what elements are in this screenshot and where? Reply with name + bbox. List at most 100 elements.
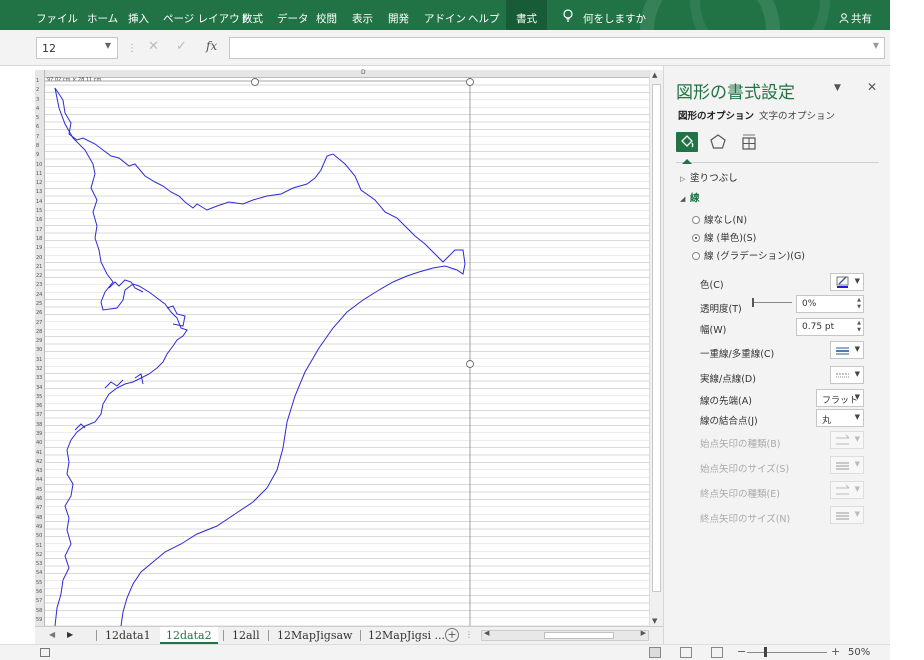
width-input[interactable]: 0.75 pt ▲ ▼ [796,318,864,336]
pane-options-chevron-icon[interactable]: ▼ [834,83,841,93]
join-type-select[interactable]: 丸 ▼ [816,409,864,427]
row-number[interactable]: 19 [35,245,44,252]
chevron-down-icon[interactable]: ▼ [855,485,860,493]
tab-shape-options[interactable]: 図形のオプション [678,108,754,122]
zoom-out-button[interactable]: − [737,645,746,658]
row-number[interactable]: 45 [35,487,44,494]
radio-gradient-line[interactable]: 線 (グラデーション)(G) [692,248,805,262]
chevron-down-icon[interactable]: ▼ [855,345,860,353]
insert-function-button[interactable]: fx [206,39,217,53]
row-number[interactable]: 24 [35,292,44,299]
name-box[interactable]: 12 ▼ [36,37,118,59]
fill-line-icon[interactable] [676,132,698,152]
chevron-down-icon[interactable]: ▼ [855,460,860,468]
row-number[interactable]: 32 [35,366,44,373]
row-number[interactable]: 30 [35,347,44,354]
row-number[interactable]: 35 [35,394,44,401]
scroll-right-icon[interactable]: ▶ [641,629,646,637]
tab-review[interactable]: 校閲 [316,11,337,26]
row-number[interactable]: 28 [35,329,44,336]
radio-no-line[interactable]: 線なし(N) [692,212,747,226]
spin-arrows-icon[interactable]: ▲ ▼ [857,320,861,334]
row-number[interactable]: 6 [35,124,44,131]
zoom-in-button[interactable]: + [831,645,840,658]
resize-handle[interactable] [251,78,259,86]
normal-view-button[interactable] [649,647,661,658]
row-number[interactable]: 33 [35,375,44,382]
row-number[interactable]: 46 [35,496,44,503]
chevron-down-icon[interactable]: ▼ [855,510,860,518]
row-number[interactable]: 37 [35,412,44,419]
transparency-input[interactable]: 0% ▲ ▼ [796,295,864,313]
row-number[interactable]: 27 [35,320,44,327]
chevron-down-icon[interactable]: ▼ [105,41,111,50]
expand-formula-icon[interactable]: ▼ [873,41,879,50]
horizontal-scrollbar[interactable]: ◀ ▶ [481,629,649,641]
hscroll-thumb[interactable] [544,632,614,639]
tab-text-options[interactable]: 文字のオプション [759,108,835,122]
row-number[interactable]: 16 [35,217,44,224]
row-number[interactable]: 58 [35,608,44,615]
row-number[interactable]: 48 [35,515,44,522]
column-header-d[interactable]: D [361,69,366,76]
section-fill[interactable]: ▷ 塗りつぶし [680,170,738,184]
tell-me-search[interactable]: 何をしますか [583,11,646,26]
row-number[interactable]: 51 [35,543,44,550]
row-number[interactable]: 21 [35,264,44,271]
page-break-view-button[interactable] [711,647,723,658]
row-number[interactable]: 55 [35,580,44,587]
row-number[interactable]: 5 [35,115,44,122]
sheet-tab-active[interactable]: 12data2 [160,627,218,644]
row-number[interactable]: 43 [35,468,44,475]
row-number[interactable]: 22 [35,273,44,280]
row-number[interactable]: 29 [35,338,44,345]
radio-circle[interactable] [692,216,700,224]
formula-input[interactable]: ▼ [229,37,885,59]
row-number[interactable]: 34 [35,385,44,392]
color-picker-button[interactable]: ▼ [830,273,864,291]
row-number[interactable]: 42 [35,459,44,466]
close-icon[interactable]: ✕ [867,80,877,94]
scroll-up-icon[interactable]: ▲ [652,71,657,79]
resize-handle[interactable] [466,78,474,86]
zoom-level[interactable]: 50% [848,647,870,658]
row-number[interactable]: 56 [35,589,44,596]
column-header[interactable]: D [45,69,649,78]
row-number[interactable]: 2 [35,87,44,94]
chevron-down-icon[interactable]: ▼ [855,393,860,401]
row-number[interactable]: 59 [35,617,44,624]
row-number[interactable]: 1 [35,78,44,85]
sheet-tab[interactable]: 12MapJigsi ... [368,627,445,644]
compound-type-button[interactable]: ▼ [830,341,864,359]
row-number[interactable]: 20 [35,255,44,262]
row-header[interactable]: 1 2 3 4 5 6 7 8 9 10 11 12 13 14 15 16 17 18 19 20 21 22 23 24 2… [35,70,45,626]
enter-check-icon[interactable]: ✓ [176,39,187,54]
row-number[interactable]: 7 [35,134,44,141]
row-number[interactable]: 9 [35,152,44,159]
end-arrow-size-button[interactable]: ▼ [830,506,864,524]
row-number[interactable]: 23 [35,282,44,289]
chevron-down-icon[interactable]: ▼ [855,370,860,378]
chevron-down-icon[interactable]: ▼ [855,277,860,285]
next-sheet-icon[interactable]: ▶ [67,630,73,639]
row-number[interactable]: 49 [35,524,44,531]
radio-circle[interactable] [692,252,700,260]
tab-insert[interactable]: 挿入 [128,11,149,26]
row-number[interactable]: 17 [35,227,44,234]
row-number[interactable]: 13 [35,189,44,196]
sheet-tab[interactable]: 12all [232,627,260,644]
row-number[interactable]: 50 [35,533,44,540]
tab-split-grip-icon[interactable]: ⋮ [465,630,473,639]
tab-file[interactable]: ファイル [36,11,78,26]
tab-home[interactable]: ホーム [87,11,118,26]
row-number[interactable]: 52 [35,552,44,559]
row-number[interactable]: 4 [35,106,44,113]
row-number[interactable]: 18 [35,236,44,243]
row-number[interactable]: 53 [35,561,44,568]
row-number[interactable]: 57 [35,598,44,605]
tab-formulas[interactable]: 数式 [242,11,263,26]
row-number[interactable]: 44 [35,477,44,484]
row-number[interactable]: 15 [35,208,44,215]
row-number[interactable]: 54 [35,570,44,577]
scroll-left-icon[interactable]: ◀ [484,629,489,637]
